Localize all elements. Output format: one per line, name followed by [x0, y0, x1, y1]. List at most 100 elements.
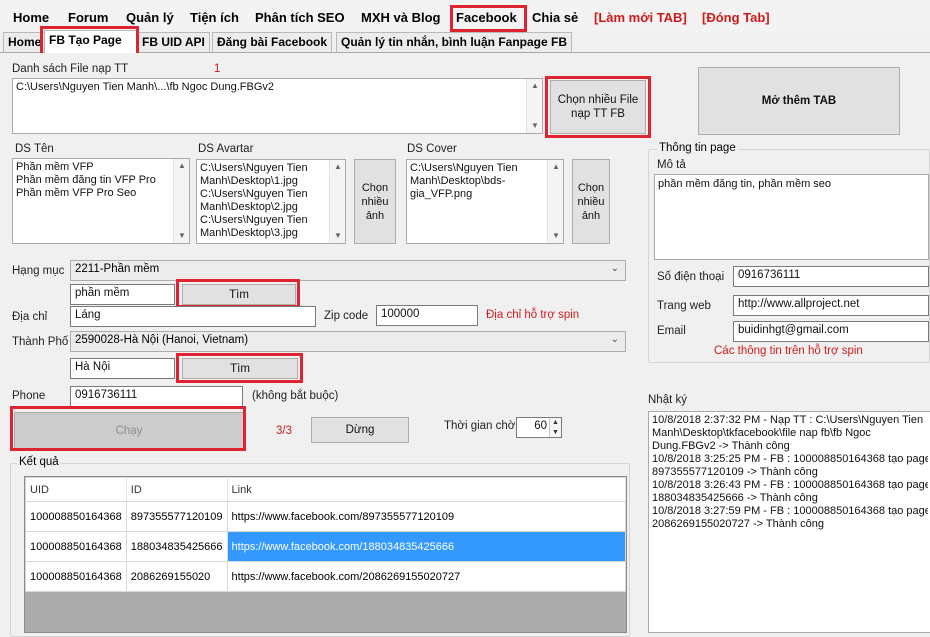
ds-ten-textarea[interactable]: Phần mềm VFP Phần mềm đăng tin VFP Pro P…	[12, 158, 190, 244]
cell-link[interactable]: https://www.facebook.com/897355577120109	[226, 501, 626, 532]
menu-chia-se[interactable]: Chia sẻ	[532, 10, 578, 25]
menu-tien-ich[interactable]: Tiện ích	[190, 10, 239, 25]
highlight-facebook-menu	[450, 5, 527, 32]
stepper-down-icon[interactable]: ▼	[550, 428, 561, 437]
scroll-down-icon[interactable]: ▼	[548, 229, 563, 243]
scroll-up-icon[interactable]: ▲	[330, 160, 345, 174]
scroll-down-icon[interactable]: ▼	[174, 229, 189, 243]
ds-avatar-line: Manh\Desktop\1.jpg	[200, 175, 298, 187]
sdt-input[interactable]: 0916736111	[733, 266, 929, 287]
cell-id[interactable]: 188034835425666	[125, 531, 228, 562]
choose-cover-button[interactable]: Chọn nhiều ảnh	[572, 159, 610, 244]
wait-time-value: 60	[534, 420, 547, 432]
wait-time-stepper[interactable]: ▲ ▼	[549, 418, 561, 437]
phone-label: Phone	[12, 390, 46, 402]
page-info-spin-note: Các thông tin trên hỗ trợ spin	[714, 345, 863, 357]
ds-avatar-line: C:\Users\Nguyen Tien	[200, 188, 308, 200]
hang-muc-value: 2211-Phần mềm	[75, 263, 160, 275]
email-input[interactable]: buidinhgt@gmail.com	[733, 321, 929, 342]
ds-cover-line: Manh\Desktop\bds-	[410, 175, 506, 187]
files-scrollbar[interactable]: ▲ ▼	[526, 79, 542, 133]
tab-dang-bai-facebook[interactable]: Đăng bài Facebook	[212, 32, 333, 52]
col-header-uid[interactable]: UID	[25, 477, 127, 502]
ds-avatar-line: Manh\Desktop\3.jpg	[200, 227, 298, 239]
tab-content-fb-tao-page: Danh sách File nạp TT 1 C:\Users\Nguyen …	[2, 53, 930, 637]
ds-ten-line: Phần mềm VFP Pro Seo	[16, 187, 137, 199]
email-label: Email	[657, 325, 686, 337]
col-header-id[interactable]: ID	[125, 477, 228, 502]
more-tab-button[interactable]: Mở thêm TAB	[698, 67, 900, 135]
log-line: Dung.FBGv2 -> Thành công	[652, 440, 790, 452]
zip-code-input[interactable]: 100000	[376, 305, 478, 326]
dia-chi-input[interactable]: Láng	[70, 306, 316, 327]
ds-avatar-line: C:\Users\Nguyen Tien	[200, 214, 308, 226]
wait-time-input[interactable]: 60 ▲ ▼	[516, 417, 562, 438]
ds-cover-line: gia_VFP.png	[410, 188, 473, 200]
choose-avatar-button[interactable]: Chọn nhiều ảnh	[354, 159, 396, 244]
cell-link[interactable]: https://www.facebook.com/208626915502072…	[226, 561, 626, 592]
highlight-fb-tao-page-tab	[40, 26, 139, 56]
scroll-down-icon[interactable]: ▼	[527, 119, 542, 133]
trang-web-input[interactable]: http://www.allproject.net	[733, 295, 929, 316]
file-path: C:\Users\Nguyen Tien Manh\...\fb Ngoc Du…	[16, 81, 275, 93]
menu-forum[interactable]: Forum	[68, 10, 108, 25]
menu-home[interactable]: Home	[13, 10, 49, 25]
ds-cover-textarea[interactable]: C:\Users\Nguyen Tien Manh\Desktop\bds- g…	[406, 159, 564, 244]
thanh-pho-select[interactable]: 2590028-Hà Nội (Hanoi, Vietnam) ⌄	[70, 331, 626, 352]
ds-ten-label: DS Tên	[15, 143, 54, 155]
hang-muc-select[interactable]: 2211-Phần mềm ⌄	[70, 260, 626, 281]
stepper-up-icon[interactable]: ▲	[550, 418, 561, 428]
ds-avatar-label: DS Avartar	[198, 143, 254, 155]
tab-quan-ly-tin-nhan[interactable]: Quản lý tin nhắn, bình luận Fanpage FB	[336, 32, 573, 52]
cell-id[interactable]: 2086269155020	[125, 561, 228, 592]
menu-mxh-blog[interactable]: MXH và Blog	[361, 10, 440, 25]
scroll-up-icon[interactable]: ▲	[548, 160, 563, 174]
col-header-link[interactable]: Link	[226, 477, 626, 502]
files-label: Danh sách File nạp TT	[12, 63, 129, 75]
results-grid[interactable]: UID ID Link 100008850164368 897355577120…	[24, 476, 627, 633]
menu-dong-tab[interactable]: [Đóng Tab]	[702, 10, 770, 25]
log-line: 188034835425666 -> Thành công	[652, 492, 818, 504]
mota-textarea[interactable]: phần mềm đăng tin, phần mềm seo	[654, 174, 929, 260]
zip-code-label: Zip code	[324, 310, 369, 322]
ds-avatar-textarea[interactable]: C:\Users\Nguyen Tien Manh\Desktop\1.jpg …	[196, 159, 346, 244]
scroll-up-icon[interactable]: ▲	[527, 79, 542, 93]
menu-lam-moi-tab[interactable]: [Làm mới TAB]	[594, 10, 687, 25]
chevron-down-icon: ⌄	[610, 334, 619, 345]
cell-uid[interactable]: 100008850164368	[25, 501, 127, 532]
stop-button[interactable]: Dừng	[311, 417, 409, 443]
menu-phan-tich-seo[interactable]: Phân tích SEO	[255, 10, 345, 25]
ds-cover-scrollbar[interactable]: ▲ ▼	[547, 160, 563, 243]
address-spin-note: Địa chỉ hỗ trợ spin	[486, 309, 580, 321]
log-textarea[interactable]: 10/8/2018 2:37:32 PM - Nạp TT : C:\Users…	[648, 411, 930, 633]
results-header-row: UID ID Link	[25, 477, 626, 502]
cell-id[interactable]: 897355577120109	[125, 501, 228, 532]
log-line: 10/8/2018 3:27:59 PM - FB : 100008850164…	[652, 505, 928, 517]
files-textarea[interactable]: C:\Users\Nguyen Tien Manh\...\fb Ngoc Du…	[12, 78, 543, 134]
thanh-pho-search-input[interactable]: Hà Nội	[70, 358, 175, 379]
menu-quan-ly[interactable]: Quản lý	[126, 10, 174, 25]
scroll-down-icon[interactable]: ▼	[330, 229, 345, 243]
table-row[interactable]: 100008850164368 897355577120109 https://…	[25, 501, 626, 532]
dia-chi-label: Địa chỉ	[12, 311, 48, 323]
log-line: 2086269155020727 -> Thành công	[652, 518, 824, 530]
ds-avatar-scrollbar[interactable]: ▲ ▼	[329, 160, 345, 243]
cell-uid[interactable]: 100008850164368	[25, 531, 127, 562]
ds-ten-line: Phần mềm đăng tin VFP Pro	[16, 174, 156, 186]
highlight-tim-1	[176, 279, 300, 308]
cell-uid[interactable]: 100008850164368	[25, 561, 127, 592]
table-row[interactable]: 100008850164368 2086269155020 https://ww…	[25, 561, 626, 592]
results-title: Kết quả	[17, 456, 61, 468]
table-row[interactable]: 100008850164368 188034835425666 https://…	[25, 531, 626, 562]
cell-link[interactable]: https://www.facebook.com/188034835425666	[226, 531, 626, 562]
ds-ten-scrollbar[interactable]: ▲ ▼	[173, 159, 189, 243]
highlight-run	[10, 406, 246, 451]
hang-muc-search-input[interactable]: phần mềm	[70, 284, 175, 305]
tab-fb-uid-api[interactable]: FB UID API	[137, 32, 210, 52]
sdt-label: Số điện thoại	[657, 271, 725, 283]
scroll-up-icon[interactable]: ▲	[174, 159, 189, 173]
thanh-pho-value: 2590028-Hà Nội (Hanoi, Vietnam)	[75, 334, 249, 346]
phone-input[interactable]: 0916736111	[70, 386, 243, 407]
files-count: 1	[214, 63, 221, 75]
phone-optional-note: (không bắt buộc)	[252, 390, 339, 402]
